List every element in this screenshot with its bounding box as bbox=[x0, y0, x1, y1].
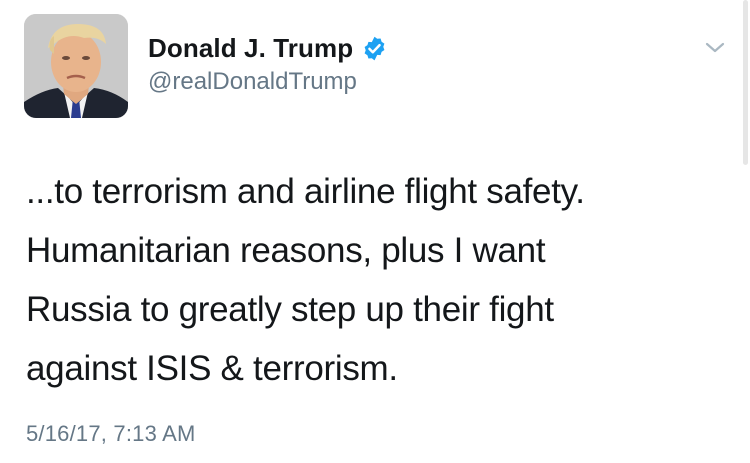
handle[interactable]: @realDonaldTrump bbox=[148, 68, 388, 96]
tweet-line: Humanitarian reasons, plus I want bbox=[26, 231, 546, 270]
name-row: Donald J. Trump bbox=[148, 30, 388, 66]
tweet-text: ...to terrorism and airline flight safet… bbox=[26, 162, 726, 398]
tweet-line: Russia to greatly step up their fight bbox=[26, 290, 554, 329]
avatar[interactable] bbox=[24, 14, 128, 118]
display-name[interactable]: Donald J. Trump bbox=[148, 33, 353, 64]
chevron-down-icon[interactable] bbox=[700, 36, 730, 58]
author-block: Donald J. Trump @realDonaldTrump bbox=[148, 30, 388, 96]
timestamp[interactable]: 5/16/17, 7:13 AM bbox=[26, 421, 196, 447]
scrollbar[interactable] bbox=[743, 0, 748, 165]
tweet-line: ...to terrorism and airline flight safet… bbox=[26, 172, 585, 211]
verified-badge-icon bbox=[361, 35, 388, 62]
tweet-card: Donald J. Trump @realDonaldTrump ...to t… bbox=[0, 0, 750, 463]
tweet-line: against ISIS & terrorism. bbox=[26, 349, 398, 388]
